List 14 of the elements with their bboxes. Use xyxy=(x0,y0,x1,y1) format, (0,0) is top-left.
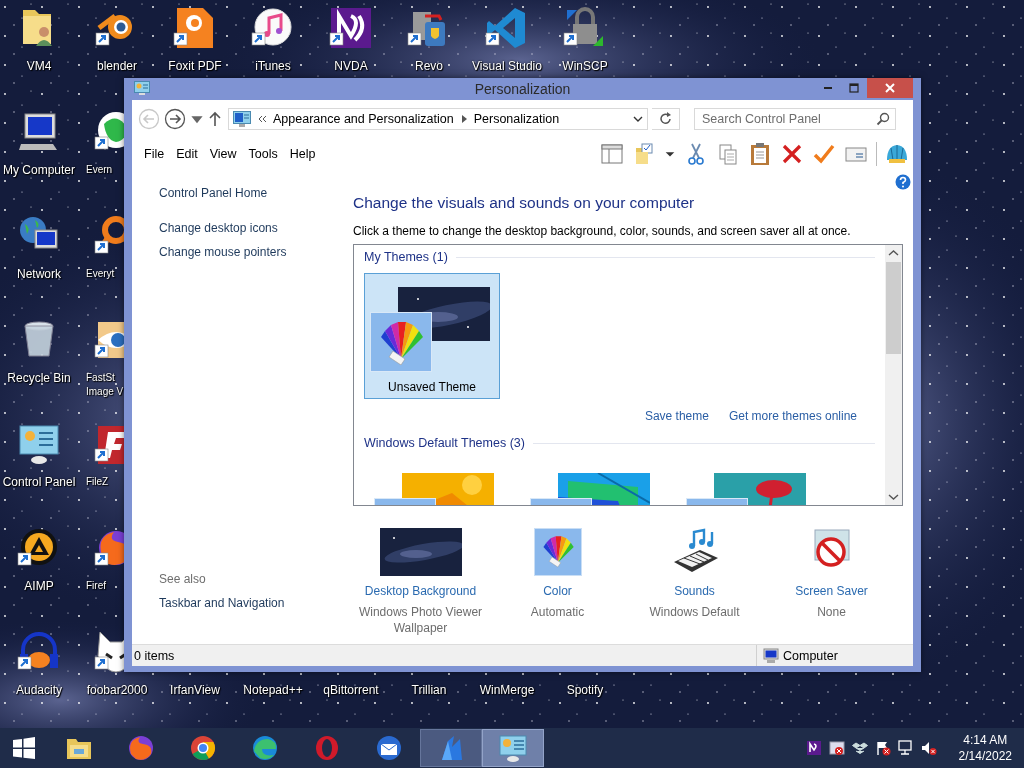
box-icon[interactable] xyxy=(851,740,868,756)
speaker-muted-icon[interactable] xyxy=(920,740,937,756)
app-icon[interactable] xyxy=(828,740,845,756)
flame-circle-icon xyxy=(126,733,156,763)
browser-icon xyxy=(188,733,218,763)
control-panel-icon xyxy=(498,733,528,763)
envelope-icon xyxy=(374,733,404,763)
flag-icon[interactable] xyxy=(874,740,891,756)
clock[interactable]: 4:14 AM 2/14/2022 xyxy=(944,732,1024,764)
clock-time: 4:14 AM xyxy=(963,732,1008,748)
square-logo-icon[interactable] xyxy=(805,740,822,756)
network-icon[interactable] xyxy=(897,740,914,756)
wave-icon xyxy=(250,733,280,763)
clock-date: 2/14/2022 xyxy=(958,748,1012,764)
